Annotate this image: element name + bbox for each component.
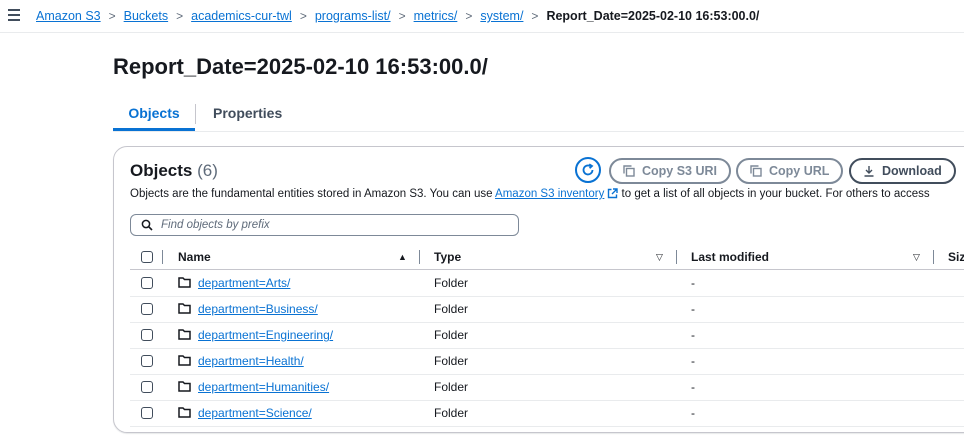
object-type: Folder [434,302,469,316]
object-name-link[interactable]: department=Arts/ [198,270,290,296]
column-header-last-modified[interactable]: Last modified [691,245,769,269]
sort-desc-icon[interactable]: ▽ [913,245,920,269]
object-type: Folder [434,328,469,342]
object-name-link[interactable]: department=Business/ [198,296,318,322]
object-last-modified: - [691,276,695,290]
objects-description: Objects are the fundamental entities sto… [130,188,930,200]
chevron-right-icon: > [398,9,406,23]
external-link-icon[interactable] [607,188,619,199]
breadcrumb-metrics[interactable]: metrics/ [414,9,458,23]
search-box [130,214,519,236]
select-all-checkbox[interactable] [141,251,153,263]
object-name-link[interactable]: department=Humanities/ [198,374,329,400]
table-row: department=Business/ Folder - [130,296,964,323]
tab-properties[interactable]: Properties [213,98,282,129]
objects-panel: Objects (6) Copy S3 URI Copy URL Downloa… [113,146,964,433]
object-name-link[interactable]: department=Science/ [198,400,312,426]
breadcrumb: Amazon S3 > Buckets > academics-cur-twl … [36,0,759,32]
copy-s3-uri-button[interactable]: Copy S3 URI [609,158,732,184]
object-type: Folder [434,354,469,368]
column-divider [419,250,420,264]
row-checkbox[interactable] [141,277,153,289]
s3-inventory-link[interactable]: Amazon S3 inventory [495,188,604,200]
folder-icon [178,329,191,340]
sort-asc-icon[interactable]: ▲ [398,245,407,269]
description-text-after: to get a list of all objects in your buc… [618,188,930,200]
row-checkbox[interactable] [141,407,153,419]
download-button[interactable]: Download [849,158,956,184]
table-row: department=Science/ Folder - [130,400,964,427]
folder-icon [178,277,191,288]
tab-bar: Objects Properties [113,98,964,132]
breadcrumb-programs-list[interactable]: programs-list/ [315,9,391,23]
copy-url-button[interactable]: Copy URL [736,158,844,184]
column-divider [933,250,934,264]
folder-icon [178,407,191,418]
chevron-right-icon: > [108,9,116,23]
breadcrumb-bucket[interactable]: academics-cur-twl [191,9,292,23]
column-header-type[interactable]: Type [434,245,461,269]
row-checkbox[interactable] [141,329,153,341]
tab-objects[interactable]: Objects [113,98,195,131]
search-input[interactable] [161,217,501,233]
object-last-modified: - [691,328,695,342]
objects-panel-title: Objects (6) [130,161,218,181]
table-row: department=Health/ Folder - [130,348,964,375]
search-icon [141,219,153,231]
table-row: department=Engineering/ Folder - [130,322,964,349]
object-name-link[interactable]: department=Engineering/ [198,322,333,348]
object-type: Folder [434,276,469,290]
download-label: Download [882,164,942,178]
object-type: Folder [434,380,469,394]
objects-count: (6) [197,161,218,180]
object-last-modified: - [691,380,695,394]
column-divider [676,250,677,264]
row-checkbox[interactable] [141,355,153,367]
column-header-size[interactable]: Siz [948,245,964,269]
chevron-right-icon: > [299,9,307,23]
object-type: Folder [434,406,469,420]
object-last-modified: - [691,354,695,368]
copy-url-label: Copy URL [769,164,830,178]
table-header: Name ▲ Type ▽ Last modified ▽ Siz [130,245,964,270]
breadcrumb-amazon-s3[interactable]: Amazon S3 [36,9,101,23]
column-divider [162,250,163,264]
refresh-icon [582,163,594,176]
menu-icon[interactable] [8,9,20,21]
description-text-before: Objects are the fundamental entities sto… [130,188,496,200]
table-row: department=Humanities/ Folder - [130,374,964,401]
tab-divider [195,104,196,124]
sort-desc-icon[interactable]: ▽ [656,245,663,269]
download-icon [864,166,874,177]
object-name-link[interactable]: department=Health/ [198,348,304,374]
folder-icon [178,381,191,392]
object-last-modified: - [691,406,695,420]
breadcrumb-system[interactable]: system/ [480,9,523,23]
chevron-right-icon: > [176,9,184,23]
copy-s3-uri-label: Copy S3 URI [642,164,718,178]
column-header-name[interactable]: Name [178,245,211,269]
chevron-right-icon: > [531,9,539,23]
copy-icon [750,165,762,177]
copy-icon [623,165,635,177]
breadcrumb-buckets[interactable]: Buckets [124,9,168,23]
breadcrumb-current: Report_Date=2025-02-10 16:53:00.0/ [546,9,760,23]
table-row: department=Arts/ Folder - [130,270,964,297]
row-checkbox[interactable] [141,381,153,393]
top-bar: Amazon S3 > Buckets > academics-cur-twl … [0,0,964,33]
object-last-modified: - [691,302,695,316]
folder-icon [178,303,191,314]
objects-title: Objects [130,161,193,180]
row-checkbox[interactable] [141,303,153,315]
refresh-button[interactable] [575,157,601,183]
chevron-right-icon: > [465,9,473,23]
folder-icon [178,355,191,366]
page-title: Report_Date=2025-02-10 16:53:00.0/ [113,54,488,79]
